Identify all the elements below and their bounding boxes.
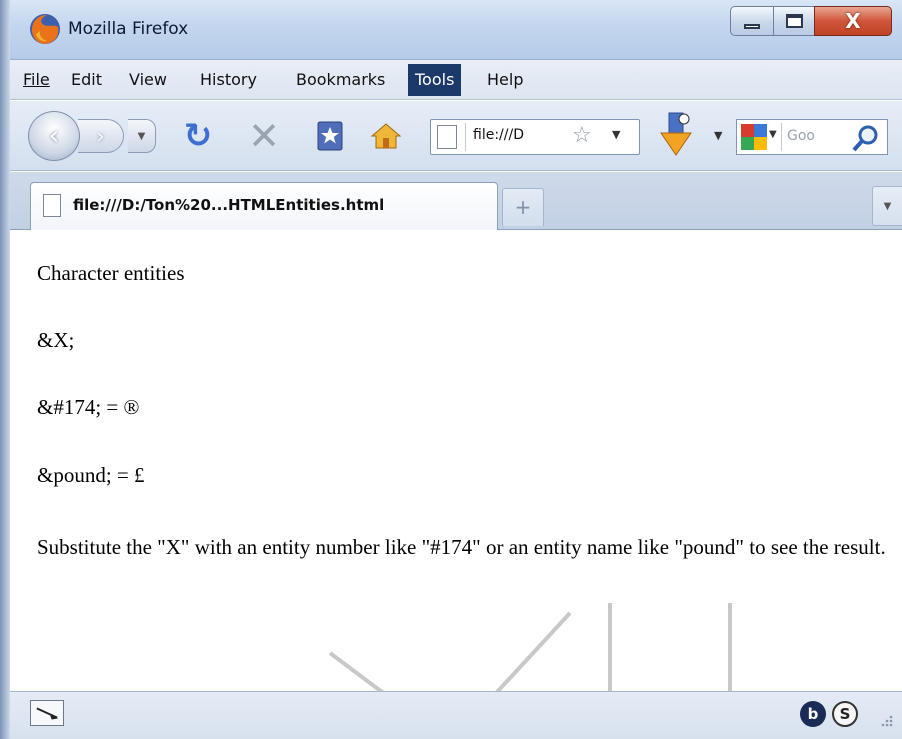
menu-tools[interactable]: Tools — [408, 64, 462, 96]
page-content: Character entities &X; &#174; = ® &pound… — [10, 231, 902, 739]
window-title: Mozilla Firefox — [68, 19, 189, 39]
back-forward-group: ▼ › ‹ — [28, 111, 158, 161]
minimize-icon — [744, 23, 760, 29]
menu-history-label: History — [200, 70, 257, 89]
search-input[interactable]: Goo — [787, 128, 815, 144]
content-line-5: Substitute the "X" with an entity number… — [37, 535, 886, 559]
forward-button[interactable]: › — [78, 119, 124, 153]
menu-file[interactable]: File — [16, 64, 57, 96]
search-engine-dropdown-icon[interactable]: ▼ — [769, 129, 777, 140]
reload-button[interactable]: ↻ — [178, 115, 218, 157]
back-arrow-icon: ‹ — [48, 121, 60, 151]
maximize-icon — [785, 14, 803, 28]
menu-view[interactable]: View — [122, 64, 174, 96]
content-line-4: &pound; = £ — [37, 463, 145, 487]
s-icon[interactable]: S — [832, 701, 858, 727]
new-tab-button[interactable]: + — [502, 188, 544, 226]
url-text[interactable]: file:///D — [473, 127, 524, 143]
home-icon — [370, 123, 402, 149]
activity-indicator-icon — [30, 700, 64, 726]
close-button[interactable]: X — [814, 6, 892, 36]
menu-tools-label: Tools — [415, 70, 455, 89]
url-dropdown-icon[interactable]: ▼ — [612, 128, 620, 141]
navigation-toolbar: ▼ › ‹ ↻ ✕ file:///D ☆ ▼ ▼ ▼ Goo — [10, 101, 902, 171]
status-bar: b S — [10, 691, 902, 739]
content-line-2: &X; — [37, 328, 75, 352]
bookmark-star-outline-icon[interactable]: ☆ — [572, 123, 592, 148]
forward-arrow-icon: › — [96, 124, 105, 148]
search-magnifier-icon[interactable] — [851, 123, 881, 153]
tab-strip: file:///D:/Ton%20...HTMLEntities.html + … — [10, 172, 902, 230]
resize-grip-icon[interactable] — [876, 712, 894, 730]
stop-button[interactable]: ✕ — [244, 114, 284, 158]
title-bar: Mozilla Firefox X — [10, 0, 902, 60]
maximize-button[interactable] — [773, 6, 815, 36]
tab-page-icon — [43, 194, 61, 217]
menu-bar: File Edit View History Bookmarks Tools H… — [10, 60, 902, 100]
reload-icon: ↻ — [183, 116, 213, 156]
content-line-1: Character entities — [37, 261, 185, 285]
tab-title: file:///D:/Ton%20...HTMLEntities.html — [73, 196, 385, 214]
bookmark-star-icon — [317, 121, 343, 151]
download-arrow-icon[interactable] — [658, 111, 694, 159]
search-separator — [781, 123, 782, 151]
home-button[interactable] — [366, 115, 406, 157]
menu-edit-label: Edit — [71, 70, 102, 89]
tab-list-dropdown-icon: ▼ — [883, 201, 892, 212]
menu-help[interactable]: Help — [480, 64, 530, 96]
tab-list-button[interactable]: ▼ — [872, 186, 902, 226]
menu-edit[interactable]: Edit — [64, 64, 109, 96]
tab-active[interactable]: file:///D:/Ton%20...HTMLEntities.html — [30, 182, 498, 230]
download-dropdown-icon[interactable]: ▼ — [714, 129, 722, 142]
url-separator — [465, 123, 466, 151]
menu-history[interactable]: History — [193, 64, 264, 96]
search-bar[interactable]: ▼ Goo — [736, 119, 888, 155]
plus-icon: + — [514, 195, 532, 219]
back-button[interactable]: ‹ — [28, 111, 80, 161]
menu-bookmarks[interactable]: Bookmarks — [289, 64, 392, 96]
history-dropdown-button[interactable]: ▼ — [128, 119, 156, 153]
content-line-3: &#174; = ® — [37, 395, 140, 419]
window-left-frame — [0, 0, 10, 739]
menu-view-label: View — [129, 70, 167, 89]
stop-icon: ✕ — [248, 114, 280, 158]
page-icon — [437, 125, 457, 149]
menu-file-label: File — [23, 70, 50, 89]
status-icons: b S — [800, 700, 858, 728]
close-icon: X — [845, 9, 861, 33]
menu-bookmarks-label: Bookmarks — [296, 70, 386, 89]
firefox-logo-icon — [30, 14, 60, 44]
address-bar[interactable]: file:///D ☆ ▼ — [430, 119, 640, 155]
menu-help-label: Help — [487, 70, 524, 89]
google-logo-icon — [741, 124, 767, 150]
info-b-icon[interactable]: b — [800, 701, 826, 727]
bookmarks-button[interactable] — [310, 115, 350, 157]
minimize-button[interactable] — [730, 6, 774, 36]
